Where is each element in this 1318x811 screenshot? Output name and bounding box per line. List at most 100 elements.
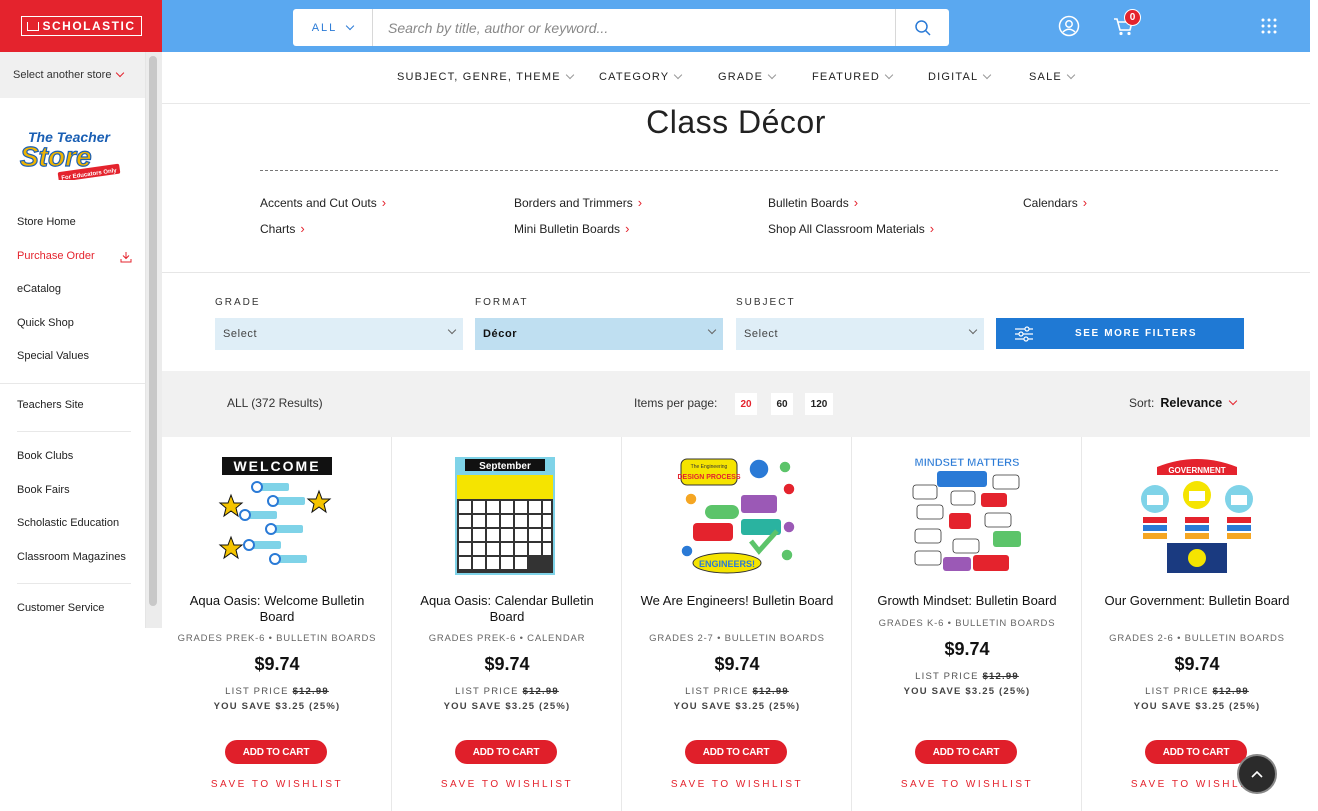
product-list-price: LIST PRICE $12.99 [1082,686,1312,697]
add-to-cart-button[interactable]: ADD TO CART [685,740,787,764]
chevron-down-icon [674,70,683,80]
category-link-label: Charts [260,221,296,236]
store-select-label: Select another store [13,69,112,81]
product-image-mindset[interactable]: MINDSET MATTERS [907,455,1027,577]
svg-text:The Engineering: The Engineering [691,464,728,470]
search-button[interactable] [895,9,949,46]
category-link-borders[interactable]: Borders and Trimmers › [514,195,642,210]
subject-filter-select[interactable]: Select [736,318,984,350]
nav-digital[interactable]: DIGITAL [928,70,992,83]
save-to-wishlist-link[interactable]: SAVE TO WISHLIST [1082,779,1312,790]
cart-button[interactable]: 0 [1104,8,1142,44]
see-more-filters-button[interactable]: SEE MORE FILTERS [996,318,1244,349]
sidebar-item-book-clubs[interactable]: Book Clubs [0,440,145,474]
account-icon [1058,15,1080,37]
chevron-right-icon: › [300,221,305,236]
sidebar-item-quick-shop[interactable]: Quick Shop [0,307,145,341]
divider [0,374,145,384]
category-link-label: Shop All Classroom Materials [768,221,925,236]
grade-filter-select[interactable]: Select [215,318,463,350]
nav-label: CATEGORY [599,71,670,83]
category-link-accents[interactable]: Accents and Cut Outs › [260,195,386,210]
apps-button[interactable] [1250,8,1288,44]
add-to-cart-button[interactable]: ADD TO CART [225,740,327,764]
product-card: WELCOME Aqua Oasis: Welcome Bulletin Boa… [162,437,392,811]
sidebar-item-teachers-site[interactable]: Teachers Site [0,389,145,423]
product-image-calendar[interactable]: September [447,455,567,577]
add-to-cart-button[interactable]: ADD TO CART [1145,740,1247,764]
product-name[interactable]: Aqua Oasis: Welcome Bulletin Board [172,593,382,624]
search-input[interactable] [373,9,895,46]
sidebar-item-scholastic-education[interactable]: Scholastic Education [0,507,145,541]
format-filter-select[interactable]: Décor [475,318,723,350]
results-count: ALL (372 Results) [227,396,323,410]
category-link-bulletin-boards[interactable]: Bulletin Boards › [768,195,858,210]
sidebar-item-special-values[interactable]: Special Values [0,340,145,374]
category-link-calendars[interactable]: Calendars › [1023,195,1087,210]
product-image-government[interactable]: GOVERNMENT [1137,455,1257,577]
product-name[interactable]: Our Government: Bulletin Board [1092,593,1302,609]
nav-label: FEATURED [812,71,881,83]
search-category-label: ALL [311,21,338,34]
product-savings: YOU SAVE $3.25 (25%) [1133,701,1261,712]
product-savings: YOU SAVE $3.25 (25%) [673,701,801,712]
category-link-label: Accents and Cut Outs [260,195,377,210]
chevron-down-icon [1066,70,1076,80]
product-image-welcome[interactable]: WELCOME [217,455,337,577]
per-page-120[interactable]: 120 [805,393,833,415]
add-to-cart-button[interactable]: ADD TO CART [915,740,1017,764]
sidebar-item-book-fairs[interactable]: Book Fairs [0,474,145,508]
sort-control[interactable]: Sort: Relevance [1129,396,1238,410]
chevron-down-icon [707,325,717,335]
sidebar-item-store-home[interactable]: Store Home [0,206,145,240]
sidebar-item-ecatalog[interactable]: eCatalog [0,273,145,307]
sidebar-scrollbar[interactable] [146,52,162,628]
product-name[interactable]: Aqua Oasis: Calendar Bulletin Board [402,593,612,624]
category-link-mini-bulletin-boards[interactable]: Mini Bulletin Boards › [514,221,629,236]
teacher-store-logo-image: The Teacher Store For Educators Only [19,129,121,180]
nav-grade[interactable]: GRADE [718,70,777,83]
account-button[interactable] [1050,8,1088,44]
category-link-label: Bulletin Boards [768,195,849,210]
product-list-price: LIST PRICE $12.99 [162,686,392,697]
sidebar-item-classroom-magazines[interactable]: Classroom Magazines [0,541,145,575]
per-page-60[interactable]: 60 [771,393,793,415]
page-title: Class Décor [646,104,826,140]
back-to-top-button[interactable] [1237,754,1277,794]
nav-featured[interactable]: FEATURED [812,70,894,83]
product-name[interactable]: We Are Engineers! Bulletin Board [632,593,842,609]
chevron-right-icon: › [637,195,643,210]
format-filter-value: Décor [483,328,518,340]
product-list-price: LIST PRICE $12.99 [852,671,1082,682]
nav-subject-genre-theme[interactable]: SUBJECT, GENRE, THEME [397,70,574,83]
nav-sale[interactable]: SALE [1029,70,1076,83]
see-more-filters-label: SEE MORE FILTERS [1075,328,1198,339]
product-savings: YOU SAVE $3.25 (25%) [903,686,1031,697]
save-to-wishlist-link[interactable]: SAVE TO WISHLIST [852,779,1082,790]
nav-label: GRADE [718,71,764,83]
subject-filter-label: SUBJECT [736,297,796,308]
product-image-engineers[interactable]: The Engineering DESIGN PROCESS ENGINEERS… [677,455,797,577]
category-link-charts[interactable]: Charts › [260,221,305,236]
add-to-cart-button[interactable]: ADD TO CART [455,740,557,764]
sidebar-scrollbar-thumb[interactable] [149,56,157,606]
teacher-store-logo[interactable]: The Teacher Store For Educators Only [0,98,145,206]
sidebar-item-purchase-order[interactable]: Purchase Order [0,240,145,274]
sidebar-item-customer-service[interactable]: Customer Service [0,592,145,626]
scholastic-logo[interactable]: SCHOLASTIC [0,0,162,52]
save-to-wishlist-link[interactable]: SAVE TO WISHLIST [162,779,392,790]
store-select[interactable]: Select another store [0,52,145,98]
chevron-down-icon [116,68,125,78]
product-savings: YOU SAVE $3.25 (25%) [443,701,571,712]
product-name[interactable]: Growth Mindset: Bulletin Board [862,593,1072,609]
list-price-value: $12.99 [752,686,789,697]
divider [17,422,131,432]
category-link-shop-all[interactable]: Shop All Classroom Materials › [768,221,934,236]
per-page-20[interactable]: 20 [735,393,757,415]
save-to-wishlist-link[interactable]: SAVE TO WISHLIST [392,779,622,790]
chevron-down-icon [565,70,574,80]
search-category-select[interactable]: ALL [293,9,373,46]
nav-category[interactable]: CATEGORY [599,70,683,83]
product-price: $9.74 [484,654,530,674]
save-to-wishlist-link[interactable]: SAVE TO WISHLIST [622,779,852,790]
